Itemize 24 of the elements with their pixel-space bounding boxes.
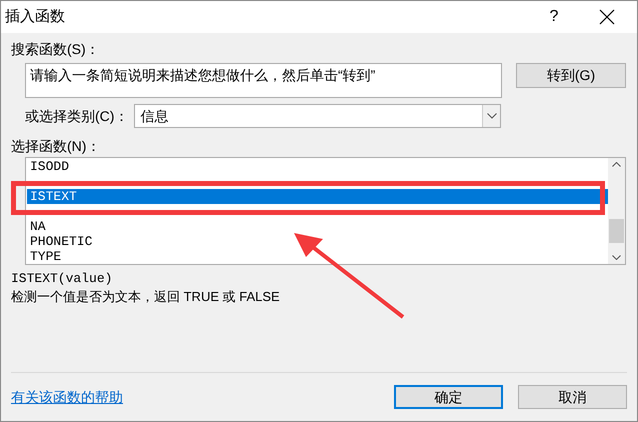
dialog-button[interactable]: 取消 bbox=[518, 385, 627, 409]
category-dropdown[interactable]: 信息 bbox=[134, 104, 502, 128]
search-field[interactable]: 请输入一条简短说明来描述您想做什么，然后单击“转到” bbox=[25, 63, 502, 98]
function-list-label: 选择函数(N)： bbox=[11, 137, 102, 156]
search-label: 搜索函数(S)： bbox=[11, 40, 101, 59]
window-title: 插入函数 bbox=[5, 6, 65, 27]
function-description: 检测一个值是否为文本，返回 TRUE 或 FALSE bbox=[11, 288, 281, 306]
function-item[interactable]: NA bbox=[27, 219, 608, 234]
scrollbar-thumb[interactable] bbox=[609, 219, 624, 243]
function-item[interactable]: PHONETIC bbox=[27, 234, 608, 249]
help-link[interactable]: 有关该函数的帮助 bbox=[11, 386, 123, 408]
function-item[interactable]: ISTEXT bbox=[27, 189, 608, 204]
dialog-button[interactable]: 确定 bbox=[394, 385, 503, 409]
function-signature: ISTEXT(value) bbox=[11, 270, 114, 288]
function-item[interactable]: ISODD bbox=[27, 159, 608, 174]
scrollbar[interactable] bbox=[608, 158, 625, 264]
go-button[interactable]: 转到(G) bbox=[516, 63, 626, 88]
close-icon bbox=[599, 9, 615, 25]
help-button[interactable]: ? bbox=[531, 1, 577, 33]
chevron-down-icon bbox=[612, 255, 621, 260]
function-item[interactable]: TYPE bbox=[27, 249, 608, 264]
chevron-up-icon bbox=[612, 162, 621, 167]
category-label: 或选择类别(C)： bbox=[25, 106, 128, 126]
chevron-down-icon bbox=[486, 113, 497, 119]
